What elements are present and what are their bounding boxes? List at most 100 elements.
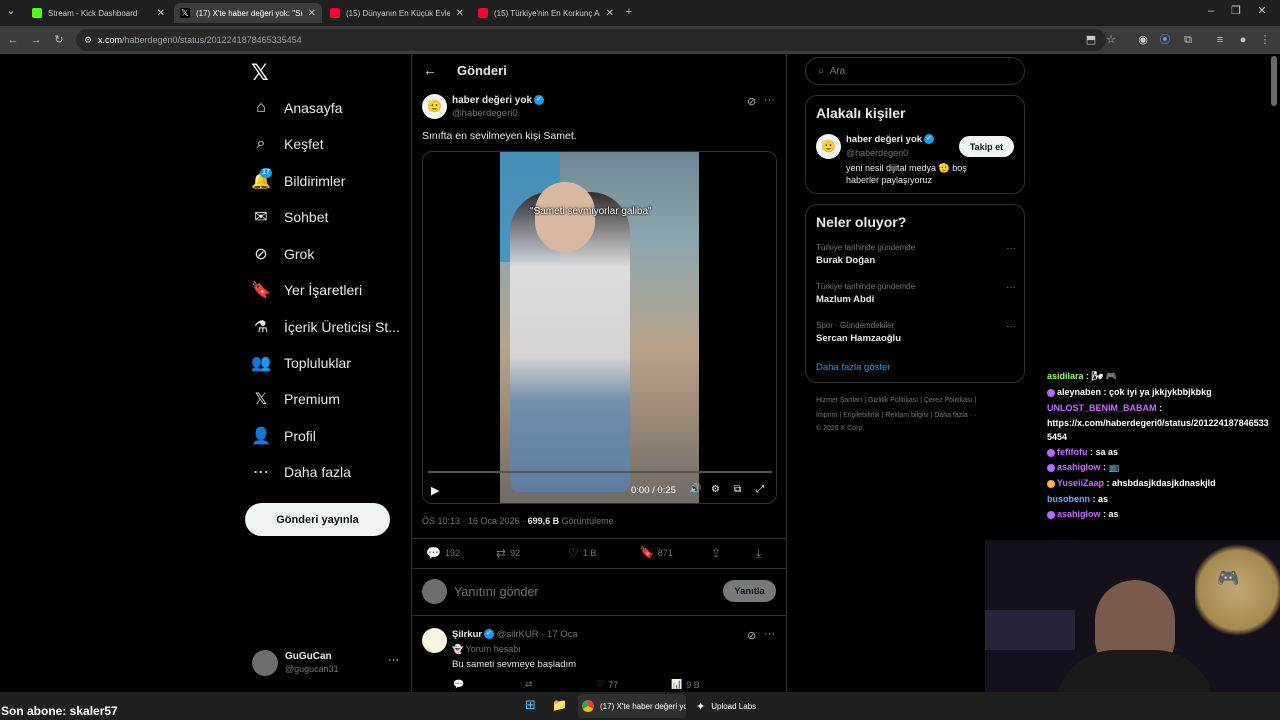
close-tab-icon[interactable]: ✕ xyxy=(157,8,165,19)
download-action[interactable]: ⤓ xyxy=(756,546,761,561)
repost-action[interactable]: ⇄ xyxy=(525,679,533,690)
file-explorer-icon[interactable]: 📁 xyxy=(552,698,568,712)
play-icon[interactable]: ▶ xyxy=(431,484,439,497)
nav-item-11[interactable]: ⋯ Daha fazla xyxy=(252,459,351,485)
tab-x-post[interactable]: 𝕏 (17) X'te haber değeri yok: "Sın ✕ xyxy=(174,3,322,23)
install-app-icon[interactable]: ⬒ xyxy=(1084,33,1098,47)
settings-icon[interactable]: ⚙ xyxy=(711,484,720,495)
new-tab-icon[interactable]: + xyxy=(622,5,636,19)
more-options-icon[interactable]: ··· xyxy=(1006,243,1016,254)
follow-button[interactable]: Takip et xyxy=(959,136,1014,157)
share-icon: ⇪ xyxy=(711,546,722,560)
post-text: Sınıfta en sevilmeyen kişi Samet. xyxy=(422,130,577,142)
picture-in-picture-icon[interactable]: ⧉ xyxy=(734,484,741,495)
view-count: 699,6 B xyxy=(527,516,560,526)
nav-item-4[interactable]: ✉ Sohbet xyxy=(252,204,328,230)
video-frame[interactable]: "Sameti sevmiyorlar galiba" xyxy=(500,152,699,503)
nav-item-2[interactable]: ⌕ Keşfet xyxy=(252,131,324,157)
back-arrow-icon[interactable]: ← xyxy=(423,62,437,78)
bookmark-icon: 🔖 xyxy=(640,547,654,559)
chat-message: 5454 xyxy=(1047,432,1280,442)
reply-action[interactable]: 💬 xyxy=(453,679,464,690)
more-options-icon[interactable]: ··· xyxy=(764,94,775,106)
site-info-icon[interactable]: ⚙ xyxy=(81,33,95,47)
tab-kick[interactable]: Stream - Kick Dashboard ✕ xyxy=(26,3,171,23)
close-tab-icon[interactable]: ✕ xyxy=(456,8,464,19)
reload-icon[interactable]: ↻ xyxy=(52,33,66,47)
footer-links[interactable]: Hizmet Şartları | Gizlilik Politikası | … xyxy=(816,397,976,404)
address-bar[interactable]: x.com/haberdegeri0/status/20122418784653… xyxy=(76,29,1106,51)
extension-icon[interactable]: ◉ xyxy=(1136,33,1150,47)
close-tab-icon[interactable]: ✕ xyxy=(606,8,614,19)
minimize-icon[interactable]: – xyxy=(1204,4,1218,18)
video-progress-track[interactable] xyxy=(428,471,772,473)
author-handle[interactable]: @haberdegeri0 xyxy=(452,108,518,119)
reply-input[interactable]: Yanıtını gönder xyxy=(454,585,539,599)
volume-icon[interactable]: 🔊 xyxy=(689,484,701,495)
bookmark-action[interactable]: 🔖 871 xyxy=(640,546,673,559)
related-name[interactable]: haber değeri yok ✓ xyxy=(846,134,935,145)
close-tab-icon[interactable]: ✕ xyxy=(308,8,316,19)
extension-icon[interactable]: ⦿ xyxy=(1158,33,1172,47)
back-icon[interactable]: ← xyxy=(6,33,20,47)
more-options-icon[interactable]: ··· xyxy=(1006,321,1016,332)
tab-youtube-1[interactable]: (15) Dünyanın En Küçük Evleri ✕ xyxy=(324,3,470,23)
nav-item-10[interactable]: 👤 Profil xyxy=(251,423,316,449)
trend-item[interactable]: Spor · Gündemdekiler Sercan Hamzaoğlu ··· xyxy=(816,321,1016,344)
reply-action[interactable]: 💬 192 xyxy=(426,546,460,560)
grok-icon[interactable]: ⊘ xyxy=(747,629,756,642)
divider xyxy=(411,538,787,539)
close-window-icon[interactable]: ✕ xyxy=(1255,4,1269,18)
account-switcher[interactable]: GuGuCan @gugucan31 ··· xyxy=(252,649,400,679)
more-options-icon[interactable]: ··· xyxy=(1006,282,1016,293)
reply-button[interactable]: Yanıtla xyxy=(723,580,776,602)
profile-avatar-icon[interactable]: ● xyxy=(1236,33,1250,47)
author-name[interactable]: haber değeri yok ✓ xyxy=(452,95,545,106)
chat-message: asahiglow : as xyxy=(1047,509,1280,519)
post-button[interactable]: Gönderi yayınla xyxy=(245,503,390,536)
forward-icon[interactable]: → xyxy=(29,33,43,47)
windows-start-icon[interactable]: ⊞ xyxy=(525,698,539,712)
reply-author[interactable]: Şilrkur ✓ @silrKUR · 17 Oca xyxy=(452,629,578,640)
views-action[interactable]: 📊 9 B xyxy=(671,679,700,690)
person-icon: 👤 xyxy=(251,428,271,445)
nav-item-6[interactable]: 🔖 Yer İşaretleri xyxy=(251,277,362,303)
chat-text: : as xyxy=(1090,494,1109,504)
more-options-icon[interactable]: ··· xyxy=(764,628,775,640)
maximize-icon[interactable]: ❐ xyxy=(1229,4,1243,18)
video-player[interactable]: "Sameti sevmiyorlar galiba" ▶ 0:00 / 0:2… xyxy=(422,151,777,504)
like-action[interactable]: ♡ 1 B xyxy=(568,546,596,560)
nav-item-label: Anasayfa xyxy=(284,100,343,116)
taskbar-chrome[interactable]: (17) X'te haber değeri yo xyxy=(578,694,686,718)
tab-youtube-2[interactable]: (15) Türkiye'nin En Korkunç Aile ✕ xyxy=(472,3,620,23)
nav-item-5[interactable]: ⊘ Grok xyxy=(252,241,314,267)
show-more-link[interactable]: Daha fazla göster xyxy=(816,362,890,373)
mail-icon: ✉ xyxy=(254,209,268,226)
nav-item-9[interactable]: 𝕏 Premium xyxy=(252,386,340,412)
menu-icon[interactable]: ⋮ xyxy=(1258,33,1272,47)
trend-item[interactable]: Türkiye tarihinde gündemde Mazlum Abdi ··· xyxy=(816,282,1016,305)
share-action[interactable]: ⇪ xyxy=(711,546,721,560)
fullscreen-icon[interactable]: ⤢ xyxy=(756,484,764,495)
grok-icon[interactable]: ⊘ xyxy=(747,95,756,108)
taskbar-upload-labs[interactable]: ✦ Upload Labs xyxy=(692,694,772,718)
x-icon: 𝕏 xyxy=(254,391,268,408)
trend-item[interactable]: Türkiye tarihinde gündemde Burak Doğan ··· xyxy=(816,243,1016,266)
reply-avatar[interactable] xyxy=(422,628,447,653)
x-logo-icon[interactable]: 𝕏 xyxy=(251,60,269,86)
media-control-icon[interactable]: ≡ xyxy=(1213,33,1227,47)
nav-item-1[interactable]: ⌂ Anasayfa xyxy=(252,95,342,121)
scrollbar-thumb[interactable] xyxy=(1271,56,1277,106)
repost-action[interactable]: ⇄ 92 xyxy=(496,546,520,560)
nav-item-3[interactable]: 🔔 17 Bildirimler xyxy=(251,168,345,194)
like-action[interactable]: ♡ 77 xyxy=(596,679,618,690)
bookmark-star-icon[interactable]: ☆ xyxy=(1104,33,1118,47)
tab-search-icon[interactable]: ⌄ xyxy=(4,4,18,18)
nav-item-7[interactable]: ⚗ İçerik Üreticisi St... xyxy=(252,314,400,340)
nav-item-8[interactable]: 👥 Topluluklar xyxy=(251,350,351,376)
footer-links[interactable]: İmprint | Erişilebilirlik | Reklam bilgi… xyxy=(816,412,977,419)
related-avatar[interactable]: 🫡 xyxy=(816,134,841,159)
search-input[interactable]: ⌕ Ara xyxy=(805,57,1025,85)
extensions-puzzle-icon[interactable]: ⧉ xyxy=(1181,33,1195,47)
author-avatar[interactable]: 🫡 xyxy=(422,94,447,119)
